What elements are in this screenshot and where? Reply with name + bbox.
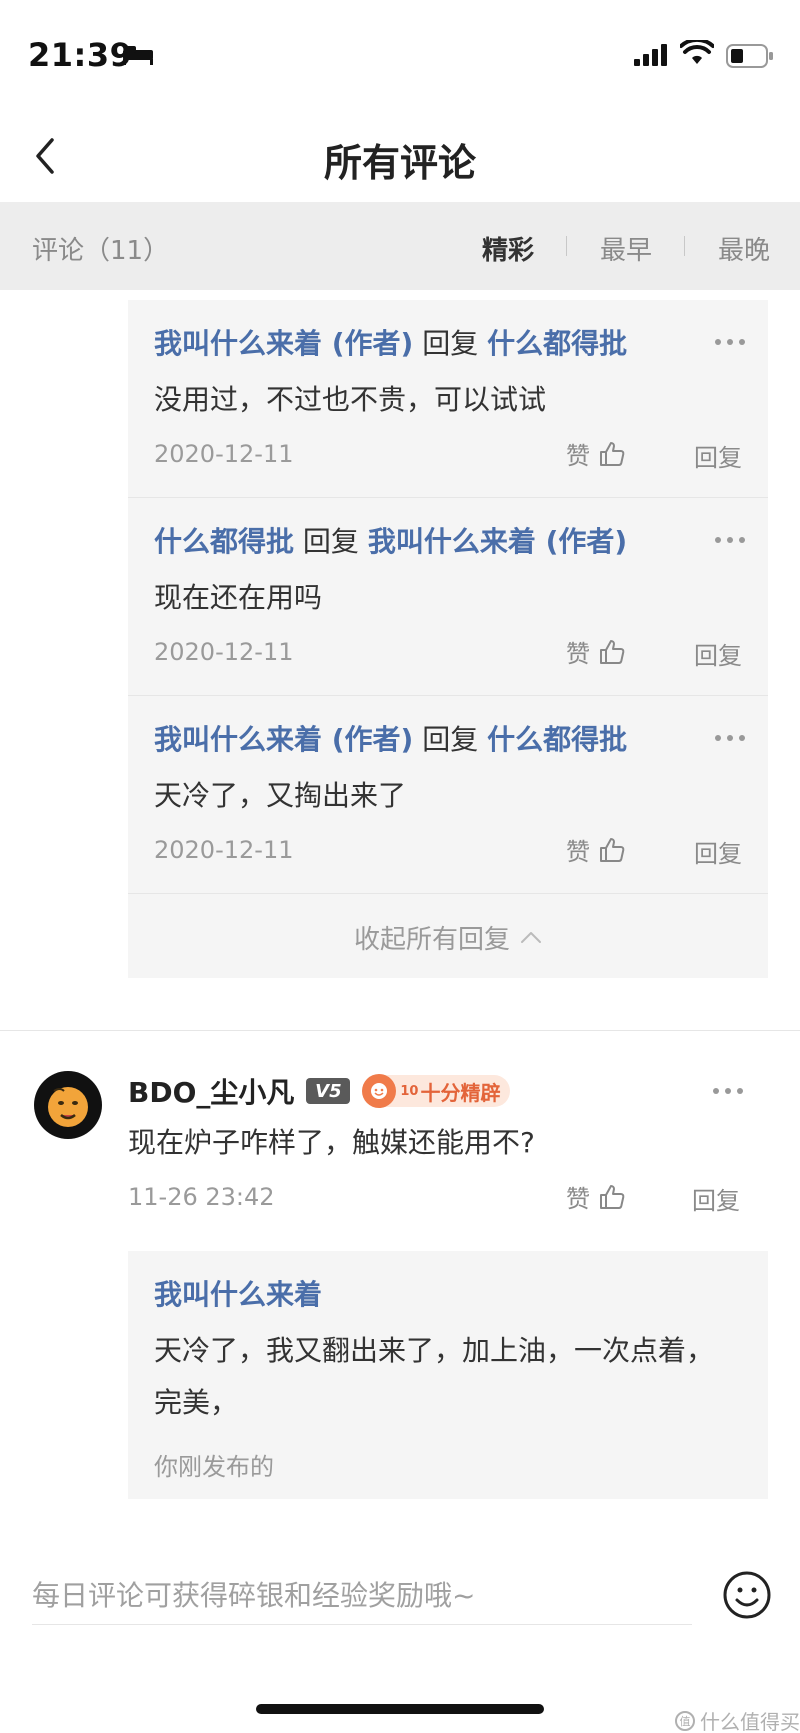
more-options-icon[interactable] [712, 732, 748, 744]
comment-input-bar: 每日评论可获得碎银和经验奖励哦~ 值 什么值得买 [0, 1540, 800, 1733]
nested-reply-text: 天冷了，我又翻出来了，加上油，一次点着，完美， [154, 1334, 715, 1419]
comment-user-row: BDO_尘小凡 V5 10 十分精辟 [128, 1071, 511, 1111]
tab-featured[interactable]: 精彩 [482, 230, 534, 267]
comment-text: 现在炉子咋样了，触媒还能用不? [128, 1126, 535, 1159]
reply-text: 没用过，不过也不贵，可以试试 [154, 383, 547, 416]
cellular-signal-icon [634, 44, 667, 66]
reply-date: 2020-12-11 [154, 638, 294, 666]
reply-item: 我叫什么来着 (作者) 回复 什么都得批 天冷了，又掏出来了 2020-12-1… [128, 696, 768, 894]
home-indicator[interactable] [256, 1704, 544, 1714]
thumbs-up-icon [600, 837, 625, 862]
more-options-icon[interactable] [712, 336, 748, 348]
avatar[interactable] [34, 1071, 102, 1139]
reply-button[interactable]: 回复 [694, 438, 742, 473]
like-label: 赞 [566, 1185, 590, 1213]
like-button[interactable]: 赞 [566, 436, 626, 471]
thumbs-up-icon [600, 639, 625, 664]
comment-item: BDO_尘小凡 V5 10 十分精辟 现在炉子咋样了，触媒还能用不? 11-26… [0, 1031, 800, 1511]
like-button[interactable]: 赞 [566, 1179, 626, 1214]
watermark: 值 什么值得买 [674, 1706, 800, 1733]
reply-verb: 回复 [422, 327, 479, 360]
status-time: 21:39 [28, 36, 133, 74]
level-badge: V5 [306, 1078, 351, 1104]
reply-verb: 回复 [302, 525, 359, 558]
svg-text:值: 值 [680, 1715, 691, 1728]
thumbs-up-icon [600, 1184, 625, 1209]
like-label: 赞 [566, 640, 590, 668]
like-label: 赞 [566, 838, 590, 866]
medal-icon [362, 1074, 397, 1108]
reply-header: 我叫什么来着 (作者) 回复 什么都得批 [154, 322, 627, 362]
tab-latest[interactable]: 最晚 [718, 230, 770, 267]
reply-button[interactable]: 回复 [694, 636, 742, 671]
chevron-up-icon [521, 932, 541, 943]
collapse-label: 收起所有回复 [353, 924, 510, 955]
status-bar: 21:39 [0, 0, 800, 110]
reply-item: 什么都得批 回复 我叫什么来着 (作者) 现在还在用吗 2020-12-11 赞… [128, 498, 768, 696]
reply-item: 我叫什么来着 (作者) 回复 什么都得批 没用过，不过也不贵，可以试试 2020… [128, 300, 768, 498]
comment-input[interactable]: 每日评论可获得碎银和经验奖励哦~ [32, 1574, 475, 1614]
comment-date: 11-26 23:42 [128, 1183, 275, 1211]
like-label: 赞 [566, 442, 590, 470]
reply-author-link[interactable]: 什么都得批 [154, 525, 294, 558]
avatar-emoji-icon [48, 1087, 88, 1127]
wifi-icon [680, 40, 714, 64]
like-button[interactable]: 赞 [566, 832, 626, 867]
tab-earliest[interactable]: 最早 [600, 230, 652, 267]
nested-reply-status: 你刚发布的 [154, 1453, 274, 1481]
page-title: 所有评论 [323, 141, 476, 185]
reply-target-link[interactable]: 什么都得批 [487, 723, 627, 756]
comment-username[interactable]: BDO_尘小凡 [128, 1071, 294, 1111]
tab-divider [684, 236, 685, 256]
reply-verb: 回复 [422, 723, 479, 756]
reply-text: 天冷了，又掏出来了 [154, 779, 407, 812]
input-underline [32, 1624, 692, 1625]
tab-divider [566, 236, 567, 256]
battery-icon [726, 44, 773, 68]
thumbs-up-icon [600, 441, 625, 466]
reply-text: 现在还在用吗 [154, 581, 323, 614]
nested-reply-username[interactable]: 我叫什么来着 [154, 1273, 322, 1313]
medal-number: 10 [400, 1083, 419, 1099]
more-options-icon[interactable] [710, 1085, 746, 1097]
emoji-icon[interactable] [722, 1570, 772, 1620]
watermark-logo-icon: 值 [675, 1710, 695, 1731]
reply-header: 什么都得批 回复 我叫什么来着 (作者) [154, 520, 627, 560]
reply-target-link[interactable]: 什么都得批 [487, 327, 627, 360]
like-button[interactable]: 赞 [566, 634, 626, 669]
reply-button[interactable]: 回复 [692, 1181, 740, 1216]
reply-target-link[interactable]: 我叫什么来着 (作者) [368, 525, 627, 558]
reply-author-link[interactable]: 我叫什么来着 (作者) [154, 723, 413, 756]
reply-thread: 我叫什么来着 (作者) 回复 什么都得批 没用过，不过也不贵，可以试试 2020… [128, 300, 768, 978]
nested-reply: 我叫什么来着 天冷了，我又翻出来了，加上油，一次点着，完美， 你刚发布的 [128, 1251, 768, 1499]
watermark-text: 什么值得买 [700, 1710, 800, 1733]
comment-count: 评论（11） [32, 236, 170, 266]
reply-button[interactable]: 回复 [694, 834, 742, 869]
reply-header: 我叫什么来着 (作者) 回复 什么都得批 [154, 718, 627, 758]
medal-text: 十分精辟 [420, 1080, 501, 1105]
collapse-replies-button[interactable]: 收起所有回复 [128, 896, 768, 978]
more-options-icon[interactable] [712, 534, 748, 546]
sleep-focus-icon [123, 46, 153, 65]
medal-badge[interactable]: 10 十分精辟 [362, 1074, 511, 1108]
reply-date: 2020-12-11 [154, 836, 294, 864]
comment-tabs-bar: 评论（11） 精彩 最早 最晚 [0, 202, 800, 290]
nav-bar: 所有评论 [0, 110, 800, 202]
reply-date: 2020-12-11 [154, 440, 294, 468]
reply-author-link[interactable]: 我叫什么来着 (作者) [154, 327, 413, 360]
